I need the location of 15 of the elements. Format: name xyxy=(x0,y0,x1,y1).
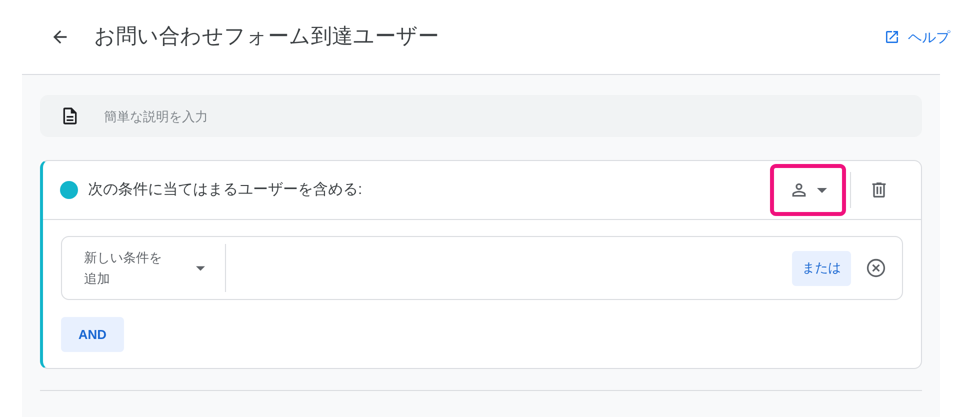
add-condition-label[interactable]: 新しい条件を追加 xyxy=(84,247,164,289)
user-scope-dropdown[interactable] xyxy=(770,164,846,216)
caret-icon xyxy=(196,266,205,270)
or-button[interactable]: または xyxy=(792,250,851,286)
page-title: お問い合わせフォーム到達ユーザー xyxy=(94,24,439,50)
condition-group-title: 次の条件に当てはまるユーザーを含める: xyxy=(88,180,362,200)
caret-icon xyxy=(817,188,827,192)
description-field[interactable]: 簡単な説明を入力 xyxy=(40,95,922,137)
add-condition-dropdown[interactable]: 新しい条件を追加 xyxy=(62,244,226,292)
help-link-text[interactable]: ヘルプ xyxy=(908,26,950,48)
external-link-icon xyxy=(884,29,900,45)
remove-circle-icon xyxy=(865,257,887,279)
help-link[interactable]: ヘルプ xyxy=(884,26,950,48)
and-button[interactable]: AND xyxy=(61,317,124,352)
remove-button[interactable] xyxy=(864,256,888,280)
